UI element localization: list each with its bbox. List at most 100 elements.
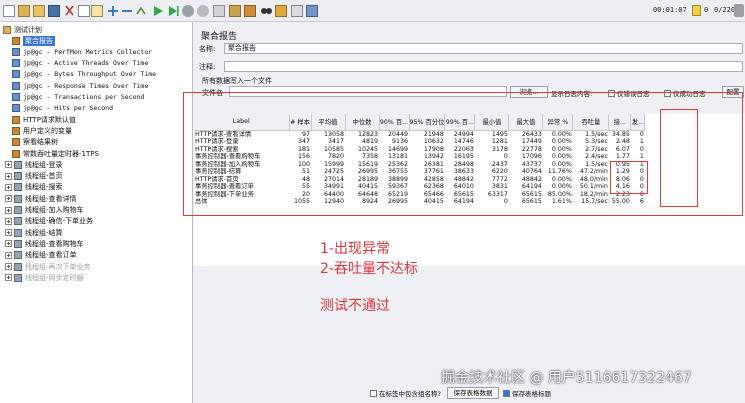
listener-icon — [12, 149, 20, 158]
tree-item-label: 线程组-确信-下单业务 — [25, 217, 94, 226]
cut-icon[interactable] — [64, 5, 74, 17]
reset-search-icon[interactable] — [275, 5, 287, 17]
checkbox-box[interactable] — [370, 389, 377, 397]
tree-item-label: 线程组-登录 — [25, 160, 63, 169]
toggle-icon[interactable] — [135, 5, 147, 17]
expand-icon[interactable] — [107, 5, 119, 17]
listener-icon — [12, 81, 20, 90]
thread-group-icon — [14, 172, 22, 181]
open-folder-icon[interactable] — [33, 5, 45, 17]
clear-icon[interactable] — [229, 5, 241, 17]
expand-node-icon[interactable] — [5, 274, 12, 282]
collapse-icon[interactable] — [121, 5, 133, 17]
tree-item[interactable]: 线程组-首页 — [5, 171, 63, 182]
help-icon[interactable] — [306, 5, 318, 17]
listener-icon — [12, 126, 20, 135]
name-field[interactable]: 聚合报告 — [224, 43, 743, 54]
tree-root[interactable]: 测试计划 — [3, 24, 42, 35]
name-label: 名称: — [199, 45, 216, 53]
expand-node-icon[interactable] — [5, 229, 12, 237]
annotation-line-1: 1-出现异常 — [320, 241, 390, 257]
listener-icon — [12, 59, 20, 68]
function-helper-icon[interactable] — [291, 5, 303, 17]
tree-item-label: 线程组-搜索 — [25, 183, 63, 192]
templates-icon[interactable] — [18, 5, 30, 17]
tree-item[interactable]: 察看结果树 — [12, 137, 58, 148]
save-header-checkbox[interactable]: 保存表格标题 — [502, 388, 551, 398]
save-icon[interactable] — [48, 5, 60, 17]
expand-node-icon[interactable] — [5, 172, 12, 180]
comment-field[interactable] — [224, 61, 743, 72]
expand-node-icon[interactable] — [5, 161, 12, 169]
tree-item-label: jp@gc - Bytes Throughput Over Time — [23, 70, 157, 79]
paste-icon[interactable] — [91, 5, 103, 17]
warning-icon[interactable] — [692, 5, 701, 16]
tree-item[interactable]: 线程组-结算 — [5, 227, 63, 238]
elapsed-time: 00:01:07 — [653, 6, 687, 14]
thread-group-icon — [14, 262, 22, 271]
comment-label: 注释: — [199, 63, 216, 71]
tree-item[interactable]: 用户定义的变量 — [12, 125, 72, 136]
annotation-line-2: 2-吞吐量不达标 — [320, 261, 418, 277]
thread-group-icon — [14, 194, 22, 203]
shutdown-icon[interactable] — [197, 5, 209, 17]
expand-node-icon[interactable] — [5, 183, 12, 191]
tree-item[interactable]: jp@gc - Transactions per Second — [12, 92, 144, 103]
listener-icon — [12, 138, 20, 147]
tree-item-label: 线程组-查看详情 — [25, 194, 77, 203]
tree-item[interactable]: 线程组-同步定时器 — [5, 272, 84, 283]
listener-icon — [12, 115, 20, 124]
tree-item[interactable]: 线程组-查看详情 — [5, 193, 77, 204]
save-table-button[interactable]: 保存表格数据 — [446, 387, 499, 399]
tree-item[interactable]: jp@gc - Bytes Throughput Over Time — [12, 69, 156, 80]
thread-group-icon — [14, 206, 22, 214]
thread-group-icon — [14, 160, 22, 169]
copy-icon[interactable] — [78, 5, 90, 17]
main-toolbar: 00:01:07 0 0/220 — [0, 0, 745, 22]
tree-item[interactable]: HTTP请求默认值 — [12, 114, 76, 125]
tree-item[interactable]: jp@gc - Hits per Second — [12, 103, 113, 114]
remote-icon[interactable] — [213, 5, 225, 17]
include-group-checkbox[interactable]: 在标签中包含组名称? — [370, 388, 441, 398]
search-icon[interactable] — [260, 5, 272, 17]
bottom-controls: 在标签中包含组名称? 保存表格数据 保存表格标题 — [370, 386, 551, 400]
tree-item-label: jp@gc - Transactions per Second — [23, 93, 145, 101]
tree-item-label: HTTP请求默认值 — [23, 115, 76, 124]
expand-node-icon[interactable] — [5, 217, 12, 225]
tree-item[interactable]: 线程组-加入购物车 — [5, 205, 84, 216]
tree-item[interactable]: 线程组-查看订单 — [5, 250, 77, 261]
test-plan-tree[interactable]: 测试计划 聚合报告 jp@gc - PerfMon Metrics Collect… — [0, 22, 193, 403]
expand-node-icon[interactable] — [5, 263, 12, 270]
expand-node-icon[interactable] — [5, 195, 12, 203]
thread-indicator-icon — [734, 4, 744, 17]
tree-item-label: jp@gc - Response Times Over Time — [23, 81, 149, 90]
tree-item-label: jp@gc - PerfMon Metrics Collector — [23, 47, 153, 56]
tree-item[interactable]: 聚合报告 — [12, 35, 55, 46]
stop-icon[interactable] — [182, 5, 194, 17]
tree-item[interactable]: 常数吞吐量定时器-1TPS — [12, 148, 99, 159]
tree-item-label: 察看结果树 — [23, 138, 58, 147]
tree-item-label: 聚合报告 — [23, 35, 55, 46]
expand-node-icon[interactable] — [5, 206, 12, 214]
start-no-pauses-icon[interactable] — [167, 5, 179, 17]
thread-group-icon — [14, 217, 22, 226]
tree-item[interactable]: 线程组-确信-下单业务 — [5, 216, 93, 227]
tree-item[interactable]: jp@gc - PerfMon Metrics Collector — [12, 46, 152, 57]
tree-item-label: jp@gc - Hits per Second — [23, 104, 114, 113]
tree-item[interactable]: jp@gc - Active Threads Over Time — [12, 58, 148, 69]
clear-all-icon[interactable] — [244, 5, 256, 17]
tree-item[interactable]: 线程组-再次下单业务 — [5, 261, 91, 272]
expand-node-icon[interactable] — [5, 240, 12, 248]
tree-item-label: jp@gc - Active Threads Over Time — [23, 59, 149, 68]
checkbox-box[interactable] — [502, 389, 510, 397]
tree-item[interactable]: 线程组-登录 — [5, 159, 63, 170]
expand-node-icon[interactable] — [5, 251, 12, 259]
start-icon[interactable] — [152, 5, 164, 17]
tree-item[interactable]: jp@gc - Response Times Over Time — [12, 80, 148, 91]
highlight-error-column-box — [610, 161, 648, 194]
tree-item[interactable]: 线程组-查看购物车 — [5, 238, 84, 249]
listener-icon — [12, 104, 20, 113]
new-file-icon[interactable] — [3, 5, 15, 17]
tree-item-label: 线程组-同步定时器 — [25, 273, 84, 282]
tree-item[interactable]: 线程组-搜索 — [5, 182, 63, 193]
